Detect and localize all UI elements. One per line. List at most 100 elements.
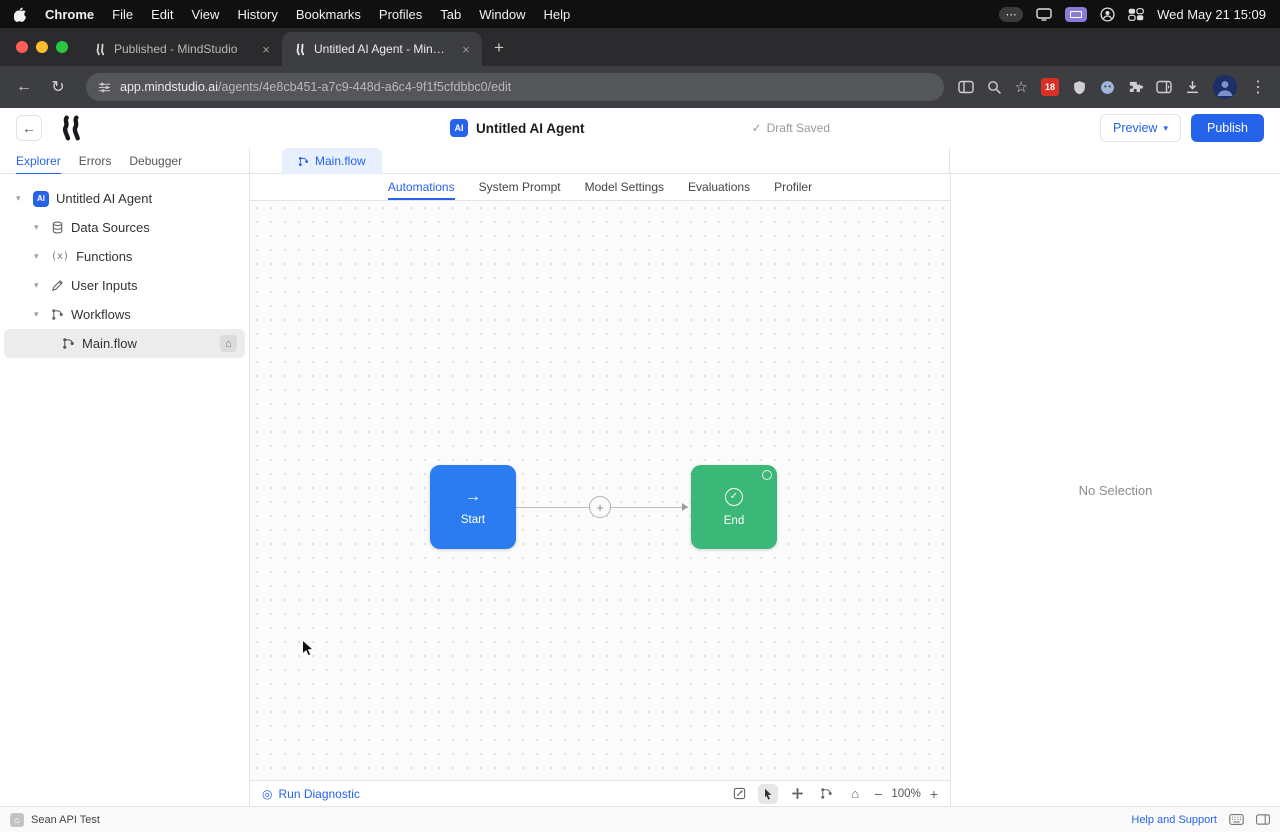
calendar-extension-icon[interactable]: 18 <box>1041 78 1059 96</box>
browser-tab-published[interactable]: Published - MindStudio × <box>82 32 282 66</box>
extension-b-icon[interactable] <box>1100 80 1115 95</box>
control-center-icon[interactable] <box>1128 7 1145 21</box>
publish-button[interactable]: Publish <box>1191 114 1264 142</box>
menubar-app-name[interactable]: Chrome <box>45 7 94 22</box>
preview-button[interactable]: Preview ▾ <box>1100 114 1181 142</box>
flow-icon <box>298 156 309 167</box>
auto-layout-icon[interactable] <box>816 784 836 804</box>
ai-badge: AI <box>33 190 49 207</box>
no-selection-text: No Selection <box>1078 482 1153 498</box>
tab-profiler[interactable]: Profiler <box>774 174 812 200</box>
flow-canvas[interactable]: → Start + ✓ End <box>250 201 950 780</box>
draft-status: ✓ Draft Saved <box>752 121 830 135</box>
agent-title[interactable]: Untitled AI Agent <box>476 121 585 136</box>
layout-panels-icon[interactable] <box>1256 814 1270 825</box>
main-content: ▾ AI Untitled AI Agent ▾ Data Sources ▾ … <box>0 174 1280 806</box>
site-settings-icon[interactable] <box>98 81 111 94</box>
tab-system-prompt[interactable]: System Prompt <box>479 174 561 200</box>
workspace-name[interactable]: Sean API Test <box>31 814 100 826</box>
home-view-icon[interactable]: ⌂ <box>845 784 865 804</box>
chevron-down-icon[interactable]: ▾ <box>34 309 44 320</box>
address-bar[interactable]: app.mindstudio.ai/agents/4e8cb451-a7c9-4… <box>86 73 944 101</box>
chevron-down-icon[interactable]: ▾ <box>34 251 44 262</box>
tree-item-main-flow[interactable]: Main.flow ⌂ <box>4 329 245 358</box>
menubar-item-bookmarks[interactable]: Bookmarks <box>296 7 361 22</box>
menubar-item-history[interactable]: History <box>237 7 277 22</box>
tab-model-settings[interactable]: Model Settings <box>585 174 664 200</box>
keyboard-shortcuts-icon[interactable] <box>1229 814 1244 825</box>
menubar-item-window[interactable]: Window <box>479 7 525 22</box>
help-and-support-link[interactable]: Help and Support <box>1131 814 1217 826</box>
tree-item-user-inputs[interactable]: ▾ User Inputs <box>0 271 249 300</box>
menubar-item-file[interactable]: File <box>112 7 133 22</box>
menubar-more-icon[interactable]: ⋯ <box>999 6 1024 22</box>
close-tab-icon[interactable]: × <box>258 41 274 57</box>
tab-explorer[interactable]: Explorer <box>16 148 61 175</box>
tree-root-untitled-agent[interactable]: ▾ AI Untitled AI Agent <box>0 184 249 213</box>
close-tab-icon[interactable]: × <box>458 41 474 57</box>
zoom-level[interactable]: 100% <box>891 788 920 800</box>
macos-menubar: Chrome File Edit View History Bookmarks … <box>0 0 1280 28</box>
tab-title: Published - MindStudio <box>114 42 238 56</box>
sidebar-tabs: Explorer Errors Debugger <box>0 148 250 175</box>
new-tab-button[interactable]: + <box>494 38 504 58</box>
extensions-puzzle-icon[interactable] <box>1128 80 1143 95</box>
pan-tool-icon[interactable] <box>787 784 807 804</box>
run-diagnostic-button[interactable]: ◎ Run Diagnostic <box>262 787 360 801</box>
workflow-editor: Automations System Prompt Model Settings… <box>250 174 950 806</box>
menubar-clock[interactable]: Wed May 21 15:09 <box>1157 7 1266 22</box>
browser-tabstrip: Published - MindStudio × Untitled AI Age… <box>0 28 1280 66</box>
screen-share-icon[interactable] <box>1065 6 1088 22</box>
start-node-label: Start <box>460 513 486 526</box>
menubar-item-tab[interactable]: Tab <box>440 7 461 22</box>
tab-evaluations[interactable]: Evaluations <box>688 174 750 200</box>
tab-debugger[interactable]: Debugger <box>129 148 182 174</box>
end-node[interactable]: ✓ End <box>691 465 777 549</box>
menubar-item-edit[interactable]: Edit <box>151 7 173 22</box>
menubar-item-view[interactable]: View <box>191 7 219 22</box>
user-status-icon[interactable] <box>1100 6 1115 22</box>
adblock-extension-icon[interactable] <box>1072 80 1087 95</box>
tab-organizer-icon[interactable] <box>957 80 974 94</box>
workspace-icon[interactable]: ⌂ <box>10 812 24 827</box>
add-step-button[interactable]: + <box>589 496 611 518</box>
mindstudio-logo[interactable] <box>56 115 86 141</box>
publish-label: Publish <box>1207 121 1248 135</box>
window-close-button[interactable] <box>16 41 28 53</box>
back-button[interactable]: ← <box>10 73 38 101</box>
mindstudio-favicon <box>94 43 107 56</box>
side-panel-icon[interactable] <box>1156 80 1172 94</box>
menubar-item-help[interactable]: Help <box>544 7 571 22</box>
bookmark-star-icon[interactable]: ☆ <box>1015 78 1028 96</box>
chevron-down-icon[interactable]: ▾ <box>34 280 44 291</box>
tree-item-data-sources[interactable]: ▾ Data Sources <box>0 213 249 242</box>
chevron-down-icon[interactable]: ▾ <box>16 193 26 204</box>
workspace-tabbar: Main.flow <box>250 148 950 174</box>
select-cursor-tool[interactable] <box>758 783 779 804</box>
tab-errors[interactable]: Errors <box>79 148 112 174</box>
menubar-item-profiles[interactable]: Profiles <box>379 7 422 22</box>
app-back-button[interactable]: ← <box>16 115 42 141</box>
tab-main-flow[interactable]: Main.flow <box>282 148 382 174</box>
notes-icon[interactable] <box>729 784 749 804</box>
start-node[interactable]: → Start <box>430 465 516 549</box>
tree-item-functions[interactable]: ▾ (x) Functions <box>0 242 249 271</box>
window-minimize-button[interactable] <box>36 41 48 53</box>
zoom-out-button[interactable]: − <box>874 786 882 802</box>
tree-item-workflows[interactable]: ▾ Workflows <box>0 300 249 329</box>
reload-button[interactable]: ↻ <box>44 73 72 101</box>
home-icon: ⌂ <box>220 335 237 352</box>
apple-icon[interactable] <box>14 6 27 22</box>
profile-avatar[interactable] <box>1213 75 1237 99</box>
browser-menu-kebab-icon[interactable]: ⋮ <box>1250 77 1266 97</box>
zoom-in-button[interactable]: + <box>930 786 938 802</box>
window-zoom-button[interactable] <box>56 41 68 53</box>
display-icon[interactable] <box>1036 7 1052 21</box>
url-path: /agents/4e8cb451-a7c9-448d-a6c4-9f1f5cfd… <box>217 80 512 94</box>
tab-automations[interactable]: Automations <box>387 174 455 200</box>
downloads-icon[interactable] <box>1185 80 1200 95</box>
chevron-down-icon[interactable]: ▾ <box>34 222 44 233</box>
zoom-icon[interactable] <box>987 80 1002 95</box>
tree-root-label: Untitled AI Agent <box>56 191 153 206</box>
browser-tab-untitled-agent[interactable]: Untitled AI Agent - MindStud... × <box>282 32 482 66</box>
